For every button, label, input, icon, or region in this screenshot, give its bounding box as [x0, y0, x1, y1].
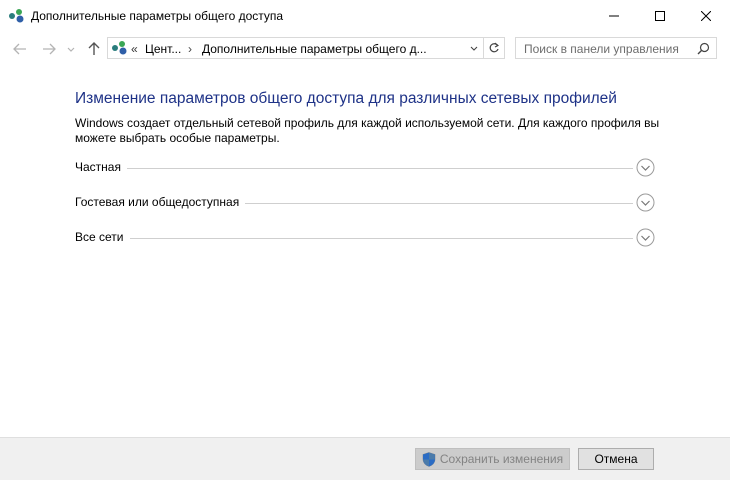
footer-bar: Сохранить изменения Отмена — [0, 437, 730, 480]
minimize-button[interactable] — [591, 0, 637, 32]
expand-chevron-icon[interactable] — [636, 228, 655, 247]
address-bar[interactable]: « Цент... › Дополнительные параметры общ… — [107, 37, 484, 59]
breadcrumb-item-center[interactable]: Цент... — [145, 42, 181, 56]
section-all-networks[interactable]: Все сети — [75, 228, 655, 252]
refresh-icon — [489, 42, 499, 53]
section-divider — [75, 238, 633, 239]
section-private[interactable]: Частная — [75, 158, 655, 182]
search-icon[interactable] — [697, 42, 710, 55]
refresh-button[interactable] — [484, 37, 505, 59]
network-icon — [9, 9, 24, 23]
section-divider — [75, 168, 633, 169]
breadcrumb-separator[interactable]: › — [188, 42, 192, 56]
save-button-label: Сохранить изменения — [439, 452, 564, 466]
expand-chevron-icon[interactable] — [636, 158, 655, 177]
maximize-button[interactable] — [637, 0, 683, 32]
search-box[interactable]: Поиск в панели управления — [515, 37, 717, 59]
section-label[interactable]: Все сети — [75, 230, 130, 244]
back-arrow-icon[interactable] — [12, 41, 28, 57]
page-description: Windows создает отдельный сетевой профил… — [75, 116, 660, 145]
chevron-down-icon[interactable] — [469, 45, 479, 53]
forward-arrow-icon[interactable] — [41, 41, 57, 57]
chevron-down-icon[interactable] — [66, 41, 76, 57]
section-label[interactable]: Частная — [75, 160, 127, 174]
window-title: Дополнительные параметры общего доступа — [31, 9, 284, 23]
breadcrumb-item-current[interactable]: Дополнительные параметры общего д... — [202, 42, 427, 56]
network-icon — [112, 41, 127, 55]
close-button[interactable] — [683, 0, 729, 32]
expand-chevron-icon[interactable] — [636, 193, 655, 212]
search-input[interactable]: Поиск в панели управления — [524, 42, 679, 56]
save-changes-button[interactable]: Сохранить изменения — [415, 448, 570, 470]
section-label[interactable]: Гостевая или общедоступная — [75, 195, 246, 209]
section-guest-public[interactable]: Гостевая или общедоступная — [75, 193, 655, 217]
maximize-icon — [655, 11, 665, 21]
title-bar: Дополнительные параметры общего доступа — [0, 0, 730, 32]
uac-shield-icon — [422, 451, 436, 467]
cancel-button[interactable]: Отмена — [578, 448, 654, 470]
up-arrow-icon[interactable] — [86, 41, 102, 57]
breadcrumb-overflow[interactable]: « — [131, 42, 138, 56]
page-title: Изменение параметров общего доступа для … — [75, 90, 617, 107]
close-icon — [701, 11, 711, 21]
minimize-icon — [609, 15, 619, 17]
cancel-button-label: Отмена — [594, 452, 638, 466]
